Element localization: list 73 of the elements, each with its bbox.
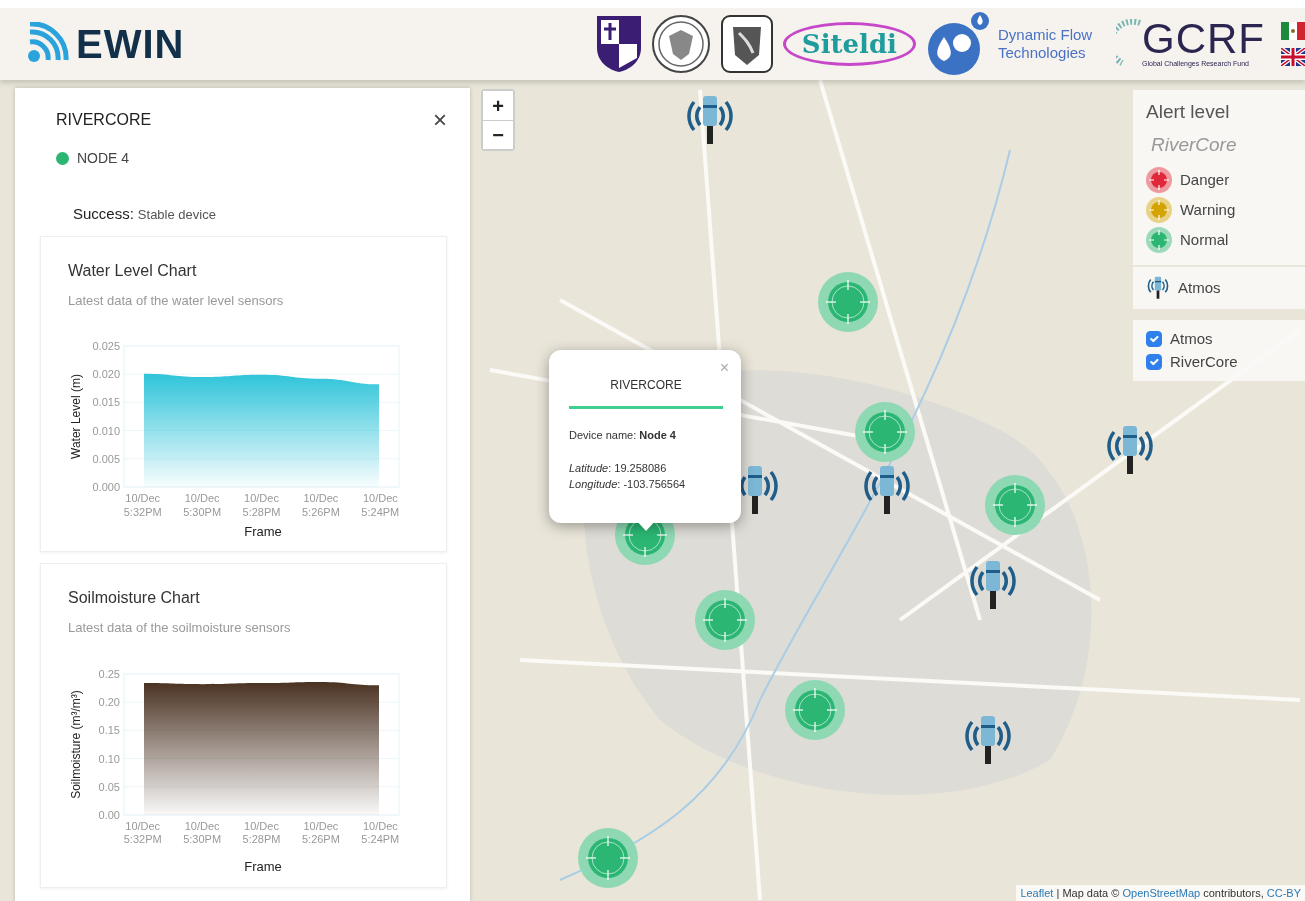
organization-name: GCRF — [1142, 18, 1265, 59]
status-text: Stable device — [137, 206, 216, 224]
attribution-link[interactable]: OpenStreetMap — [1122, 886, 1201, 899]
flag-icon[interactable] — [1281, 48, 1305, 66]
latitude-text: Latitude: 19.258086 — [569, 460, 668, 476]
popup-title: RIVERCORE — [609, 377, 683, 394]
x-tick-label: 10/Dec 5:32PM — [122, 819, 163, 847]
x-tick-label: 10/Dec 5:24PM — [360, 819, 401, 847]
sensor-marker-icon[interactable] — [785, 680, 845, 740]
shield-logo-icon — [594, 14, 643, 74]
layer-label: RiverCore — [1170, 351, 1238, 372]
legend-label: Warning — [1180, 199, 1236, 220]
y-tick-label: 0.10 — [98, 752, 120, 765]
brand-name: EWIN — [76, 21, 185, 68]
sensor-marker-icon[interactable] — [985, 475, 1045, 535]
flag-icon[interactable] — [1281, 22, 1305, 40]
close-button[interactable]: × — [433, 108, 447, 132]
card-title: Soilmoisture Chart — [68, 588, 201, 608]
crest-logo-icon — [718, 13, 775, 75]
x-tick-label: 10/Dec 5:30PM — [182, 492, 223, 520]
attribution-text: contributors, — [1202, 886, 1265, 899]
node-name: NODE 4 — [77, 149, 130, 168]
antenna-icon — [1146, 275, 1170, 301]
eagle-seal-icon — [650, 14, 711, 74]
axis-title: Soilmoisture (m³/m³) — [69, 689, 83, 799]
sensor-marker-icon[interactable] — [855, 402, 915, 462]
zoom-out-button[interactable]: − — [483, 120, 513, 149]
dotted-globe-icon — [1116, 19, 1142, 69]
device-name: Device name: Node 4 — [569, 428, 677, 443]
attribution-text: | Map data © — [1055, 886, 1121, 899]
card-subtitle: Latest data of the soilmoisture sensors — [68, 619, 292, 637]
axis-title: Frame — [243, 522, 283, 541]
legend-title: Alert level — [1146, 100, 1231, 124]
close-button[interactable]: × — [719, 360, 729, 376]
card-subtitle: Latest data of the water level sensors — [68, 291, 285, 310]
y-tick-label: 0.010 — [92, 424, 120, 437]
legend-label: Normal — [1180, 229, 1229, 250]
y-tick-label: 0.005 — [92, 452, 120, 465]
attribution-link[interactable]: CC-BY — [1266, 886, 1301, 899]
x-tick-label: 10/Dec 5:30PM — [182, 819, 223, 847]
layer-label: Atmos — [1170, 329, 1213, 349]
sensor-marker-icon[interactable] — [578, 828, 638, 888]
x-tick-label: 10/Dec 5:32PM — [122, 492, 163, 520]
y-tick-label: 0.00 — [98, 808, 120, 820]
y-tick-label: 0.05 — [98, 780, 120, 793]
panel-title: RIVERCORE — [56, 110, 152, 130]
y-tick-label: 0.15 — [98, 723, 120, 736]
sensor-marker-icon[interactable] — [818, 272, 878, 332]
legend-subtitle: RiverCore — [1151, 132, 1238, 157]
y-tick-label: 0.015 — [92, 396, 120, 409]
status-label: Success: — [73, 204, 134, 224]
sensor-marker-icon[interactable] — [695, 590, 755, 650]
y-tick-label: 0.20 — [98, 695, 120, 708]
legend-label: Atmos — [1178, 277, 1221, 298]
layer-checkbox[interactable] — [1146, 331, 1162, 348]
x-tick-label: 10/Dec 5:28PM — [241, 492, 282, 520]
x-tick-label: 10/Dec 5:26PM — [300, 819, 341, 847]
axis-title: Water Level (m) — [69, 374, 83, 459]
layer-checkbox[interactable] — [1146, 353, 1162, 370]
y-tick-label: 0.025 — [92, 340, 120, 352]
card-title: Water Level Chart — [68, 260, 198, 281]
x-tick-label: 10/Dec 5:28PM — [241, 819, 282, 847]
y-tick-label: 0.000 — [92, 481, 120, 492]
axis-title: Frame — [243, 858, 283, 876]
y-tick-label: 0.25 — [98, 667, 120, 680]
legend-label: Danger — [1180, 169, 1230, 190]
x-tick-label: 10/Dec 5:26PM — [300, 492, 341, 520]
company-name: Dynamic Flow Technologies — [998, 26, 1094, 62]
brand-logo: Siteldi — [782, 22, 916, 66]
x-tick-label: 10/Dec 5:24PM — [360, 492, 401, 520]
y-tick-label: 0.020 — [92, 368, 120, 381]
attribution-link[interactable]: Leaflet — [1020, 886, 1054, 899]
longitude-text: Longitude: -103.756564 — [569, 477, 687, 492]
